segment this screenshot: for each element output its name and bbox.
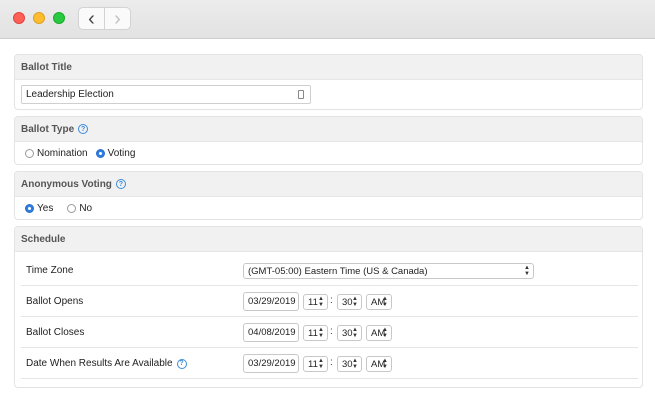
- zoom-window-button[interactable]: [53, 12, 65, 24]
- results-available-date-input[interactable]: 03/29/2019: [243, 354, 299, 373]
- ballot-opens-ampm-select[interactable]: AM ▲ ▼: [366, 294, 392, 310]
- chevron-left-icon: ‹: [88, 7, 95, 30]
- schedule-panel: Schedule Time Zone (GMT-05:00) Eastern T…: [14, 226, 643, 388]
- help-icon[interactable]: ?: [176, 358, 187, 369]
- ballot-type-panel: Ballot Type ? Nomination Voting: [14, 116, 643, 165]
- ballot-closes-label: Ballot Closes: [26, 327, 85, 338]
- ballot-closes-row: Ballot Closes 04/08/2019 11 ▲ ▼ : 30 ▲ ▼ A…: [21, 318, 638, 348]
- radio-no[interactable]: No: [67, 203, 92, 214]
- radio-yes[interactable]: Yes: [25, 203, 53, 214]
- anonymous-voting-panel: Anonymous Voting ? Yes No: [14, 171, 643, 220]
- ballot-title-input[interactable]: Leadership Election: [21, 85, 311, 104]
- time-zone-select[interactable]: (GMT-05:00) Eastern Time (US & Canada) ▲…: [243, 263, 534, 279]
- window-titlebar: ‹ ›: [0, 0, 655, 39]
- select-arrows-icon: ▲ ▼: [382, 296, 388, 308]
- ballot-opens-date: 03/29/2019: [248, 296, 296, 307]
- time-separator: :: [330, 357, 333, 368]
- ballot-closes-ampm-select[interactable]: AM ▲ ▼: [366, 325, 392, 341]
- anonymous-voting-heading: Anonymous Voting: [21, 178, 112, 190]
- radio-no-label: No: [79, 202, 93, 214]
- ballot-type-options: Nomination Voting: [15, 142, 642, 164]
- ballot-closes-date-input[interactable]: 04/08/2019: [243, 323, 299, 342]
- ballot-closes-minute-select[interactable]: 30 ▲ ▼: [337, 325, 362, 341]
- schedule-heading: Schedule: [21, 233, 66, 245]
- schedule-header: Schedule: [15, 227, 642, 252]
- ballot-type-header: Ballot Type ?: [15, 117, 642, 142]
- ballot-opens-hour: 11: [308, 296, 318, 308]
- time-separator: :: [330, 295, 333, 306]
- back-button[interactable]: ‹: [78, 7, 105, 30]
- ballot-closes-hour-select[interactable]: 11 ▲ ▼: [303, 325, 328, 341]
- help-icon[interactable]: ?: [115, 179, 126, 189]
- ballot-opens-date-input[interactable]: 03/29/2019: [243, 292, 299, 311]
- select-arrows-icon: ▲ ▼: [318, 358, 324, 370]
- radio-nomination-label: Nomination: [37, 147, 88, 159]
- radio-circle-checked[interactable]: [95, 148, 105, 158]
- radio-voting[interactable]: Voting: [95, 147, 136, 159]
- ballot-title-panel: Ballot Title Leadership Election: [14, 54, 643, 110]
- select-arrows-icon: ▲ ▼: [318, 296, 324, 308]
- results-available-hour: 11: [308, 358, 318, 370]
- radio-circle-checked[interactable]: [25, 203, 34, 213]
- select-arrows-icon: ▲ ▼: [352, 296, 358, 308]
- anonymous-voting-header: Anonymous Voting ?: [15, 172, 642, 197]
- radio-nomination[interactable]: Nomination: [25, 148, 88, 159]
- select-arrows-icon: ▲ ▼: [524, 265, 530, 277]
- select-arrows-icon: ▲ ▼: [352, 327, 358, 339]
- results-available-row: Date When Results Are Available ? 03/29/…: [21, 349, 638, 379]
- results-available-label: Date When Results Are Available ?: [26, 358, 187, 369]
- ballot-opens-hour-select[interactable]: 11 ▲ ▼: [303, 294, 328, 310]
- time-zone-row: Time Zone (GMT-05:00) Eastern Time (US &…: [21, 256, 638, 286]
- anonymous-voting-options: Yes No: [15, 197, 642, 219]
- help-icon[interactable]: ?: [78, 124, 89, 134]
- ballot-closes-hour: 11: [308, 327, 318, 339]
- minimize-window-button[interactable]: [33, 12, 45, 24]
- results-available-ampm-select[interactable]: AM ▲ ▼: [366, 356, 392, 372]
- ballot-closes-date: 04/08/2019: [248, 327, 296, 338]
- close-window-button[interactable]: [13, 12, 25, 24]
- ballot-opens-label: Ballot Opens: [26, 296, 84, 307]
- radio-voting-label: Voting: [107, 147, 136, 159]
- field-autofill-icon[interactable]: [298, 90, 304, 99]
- radio-circle[interactable]: [67, 203, 77, 213]
- forward-button[interactable]: ›: [104, 7, 131, 30]
- ballot-opens-row: Ballot Opens 03/29/2019 11 ▲ ▼ : 30 ▲ ▼ AM…: [21, 287, 638, 317]
- time-zone-value: (GMT-05:00) Eastern Time (US & Canada): [248, 265, 428, 277]
- ballot-opens-minute: 30: [342, 296, 353, 308]
- results-available-text: Date When Results Are Available: [26, 358, 173, 369]
- results-available-date: 03/29/2019: [248, 358, 296, 369]
- ballot-title-heading: Ballot Title: [21, 61, 72, 73]
- radio-circle[interactable]: [25, 148, 34, 158]
- ballot-closes-minute: 30: [342, 327, 353, 339]
- ballot-title-header: Ballot Title: [15, 55, 642, 80]
- select-arrows-icon: ▲ ▼: [382, 358, 388, 370]
- results-available-minute-select[interactable]: 30 ▲ ▼: [337, 356, 362, 372]
- select-arrows-icon: ▲ ▼: [382, 327, 388, 339]
- chevron-right-icon: ›: [114, 7, 121, 30]
- select-arrows-icon: ▲ ▼: [352, 358, 358, 370]
- time-separator: :: [330, 326, 333, 337]
- radio-yes-label: Yes: [37, 202, 54, 214]
- time-zone-label: Time Zone: [26, 265, 74, 276]
- results-available-hour-select[interactable]: 11 ▲ ▼: [303, 356, 328, 372]
- ballot-title-value: Leadership Election: [26, 89, 114, 100]
- ballot-type-heading: Ballot Type: [21, 123, 75, 135]
- ballot-opens-minute-select[interactable]: 30 ▲ ▼: [337, 294, 362, 310]
- results-available-minute: 30: [342, 358, 353, 370]
- select-arrows-icon: ▲ ▼: [318, 327, 324, 339]
